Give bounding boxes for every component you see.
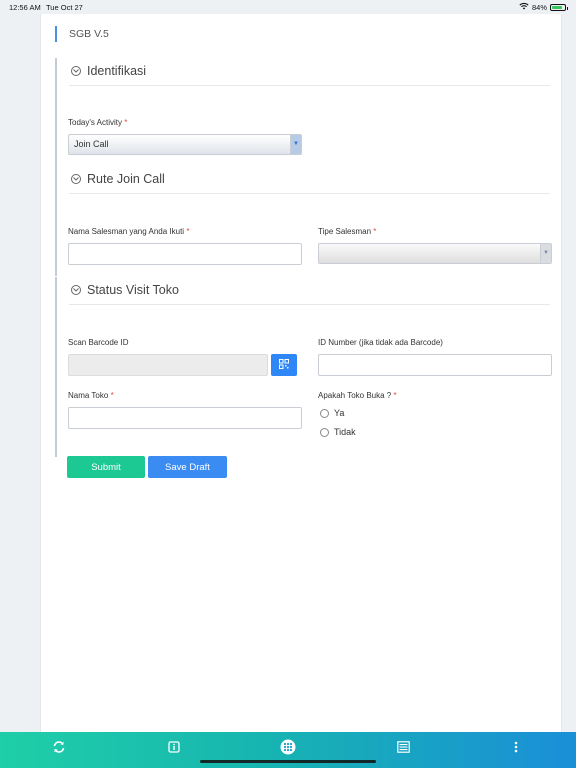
nama-toko-label: Nama Toko * — [68, 391, 114, 400]
section-identifikasi: Identifikasi Today's Activity * Join Cal… — [55, 58, 550, 169]
more-vertical-icon[interactable] — [506, 737, 526, 757]
form-card: SGB V.5 Identifikasi Today's Activity * … — [40, 14, 562, 732]
section-rute-join-call: Rute Join Call Nama Salesman yang Anda I… — [55, 166, 552, 276]
wifi-icon — [519, 2, 529, 12]
save-draft-button[interactable]: Save Draft — [148, 456, 227, 478]
status-bar: 12:56 AM Tue Oct 27 84% — [0, 0, 576, 14]
grid-menu-icon[interactable] — [278, 737, 298, 757]
status-time: 12:56 AM — [9, 3, 41, 12]
radio-ya[interactable]: Ya — [320, 408, 344, 418]
collapse-chevron-icon[interactable] — [71, 285, 81, 295]
app-title: SGB V.5 — [55, 26, 109, 42]
dropdown-caret-icon: ▼ — [540, 244, 551, 263]
id-number-label: ID Number (jika tidak ada Barcode) — [318, 338, 443, 347]
scan-qr-button[interactable] — [271, 354, 297, 376]
id-number-input[interactable] — [318, 354, 552, 376]
nama-toko-input[interactable] — [68, 407, 302, 429]
status-date: Tue Oct 27 — [46, 3, 83, 12]
qr-code-icon — [279, 356, 289, 374]
scan-barcode-label: Scan Barcode ID — [68, 338, 129, 347]
section-status-visit-header[interactable]: Status Visit Toko — [71, 283, 179, 297]
section-rute-header[interactable]: Rute Join Call — [71, 172, 165, 186]
collapse-chevron-icon[interactable] — [71, 174, 81, 184]
battery-percent: 84% — [531, 2, 547, 12]
tipe-salesman-label: Tipe Salesman * — [318, 227, 377, 236]
dropdown-caret-icon: ▼ — [290, 135, 301, 154]
refresh-icon[interactable] — [49, 737, 69, 757]
nama-salesman-label: Nama Salesman yang Anda Ikuti * — [68, 227, 190, 236]
divider — [69, 85, 550, 86]
toko-buka-label: Apakah Toko Buka ? * — [318, 391, 397, 400]
radio-tidak[interactable]: Tidak — [320, 427, 356, 437]
battery-icon — [550, 3, 568, 11]
home-indicator[interactable] — [200, 760, 376, 763]
scan-barcode-input — [68, 354, 268, 376]
radio-circle[interactable] — [320, 427, 329, 437]
tipe-salesman-select[interactable]: ▼ — [318, 243, 552, 264]
todays-activity-select[interactable]: Join Call ▼ — [68, 134, 302, 155]
todays-activity-label: Today's Activity * — [68, 118, 128, 127]
divider — [69, 304, 550, 305]
todays-activity-value: Join Call — [74, 139, 109, 149]
section-title: Identifikasi — [87, 64, 147, 78]
nama-salesman-input[interactable] — [68, 243, 302, 265]
list-icon[interactable] — [393, 737, 413, 757]
info-icon[interactable] — [164, 737, 184, 757]
section-identifikasi-header[interactable]: Identifikasi — [71, 64, 146, 78]
divider — [69, 193, 550, 194]
radio-circle[interactable] — [320, 408, 329, 418]
section-status-visit-toko: Status Visit Toko Scan Barcode ID ID Num… — [55, 277, 552, 457]
section-title: Rute Join Call — [87, 172, 165, 186]
section-title: Status Visit Toko — [87, 283, 179, 297]
radio-tidak-label: Tidak — [334, 427, 356, 437]
radio-ya-label: Ya — [334, 408, 345, 418]
status-right: 84% — [519, 2, 568, 12]
submit-button[interactable]: Submit — [67, 456, 145, 478]
left-gutter — [0, 14, 40, 732]
collapse-chevron-icon[interactable] — [71, 66, 81, 76]
